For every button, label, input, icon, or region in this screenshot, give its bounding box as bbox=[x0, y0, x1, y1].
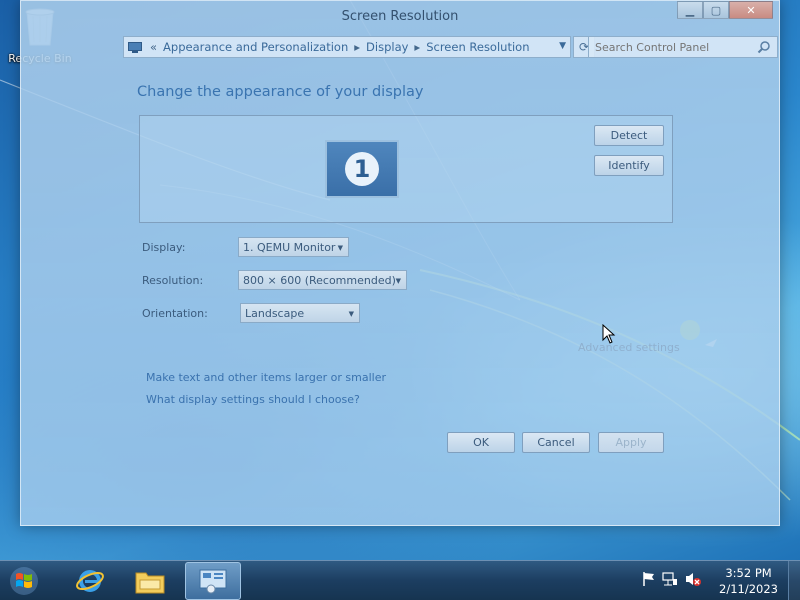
orientation-value: Landscape bbox=[245, 306, 305, 320]
taskbar-windows-explorer[interactable] bbox=[122, 562, 178, 600]
search-box[interactable] bbox=[588, 36, 778, 58]
detect-button[interactable]: Detect bbox=[594, 125, 664, 146]
volume-muted-icon[interactable] bbox=[684, 571, 702, 587]
windows-logo-icon bbox=[10, 567, 38, 595]
control-panel-icon bbox=[128, 41, 142, 53]
make-text-larger-link[interactable]: Make text and other items larger or smal… bbox=[146, 371, 386, 384]
network-icon[interactable] bbox=[662, 571, 678, 587]
apply-button[interactable]: Apply bbox=[598, 432, 664, 453]
mouse-cursor-icon bbox=[602, 324, 616, 344]
monitor-arrangement-panel: 1 Detect Identify bbox=[139, 115, 673, 223]
resolution-label: Resolution: bbox=[142, 274, 204, 287]
taskbar-internet-explorer[interactable] bbox=[62, 562, 118, 600]
screen-resolution-window: Screen Resolution ▁ ▢ ✕ « Appearance and… bbox=[20, 0, 780, 526]
breadcrumb-separator-icon[interactable]: ▸ bbox=[414, 40, 420, 54]
system-clock[interactable]: 3:52 PM 2/11/2023 bbox=[719, 565, 778, 597]
ok-button[interactable]: OK bbox=[447, 432, 515, 453]
clock-time: 3:52 PM bbox=[725, 566, 772, 580]
content-pane: Change the appearance of your display 1 … bbox=[21, 63, 779, 525]
display-label: Display: bbox=[142, 241, 186, 254]
chevron-down-icon: ▼ bbox=[395, 277, 401, 285]
start-button[interactable] bbox=[4, 563, 44, 599]
folder-icon bbox=[135, 572, 165, 594]
breadcrumb-screen-resolution[interactable]: Screen Resolution bbox=[426, 40, 529, 54]
taskbar: 3:52 PM 2/11/2023 bbox=[0, 560, 800, 600]
display-settings-help-link[interactable]: What display settings should I choose? bbox=[146, 393, 360, 406]
action-center-flag-icon[interactable] bbox=[642, 571, 656, 587]
orientation-select[interactable]: Landscape ▼ bbox=[240, 303, 360, 323]
control-panel-display-icon bbox=[199, 569, 227, 594]
address-bar[interactable]: « Appearance and Personalization ▸ Displ… bbox=[123, 36, 571, 58]
display-value: 1. QEMU Monitor bbox=[243, 240, 336, 254]
cancel-button[interactable]: Cancel bbox=[522, 432, 590, 453]
display-select[interactable]: 1. QEMU Monitor ▼ bbox=[238, 237, 349, 257]
minimize-button[interactable]: ▁ bbox=[677, 1, 703, 19]
monitor-1-icon[interactable]: 1 bbox=[325, 140, 399, 198]
address-dropdown-icon[interactable]: ▼ bbox=[559, 41, 566, 51]
breadcrumb-appearance[interactable]: Appearance and Personalization bbox=[163, 40, 348, 54]
chevron-down-icon: ▼ bbox=[348, 310, 354, 318]
advanced-settings-link[interactable]: Advanced settings bbox=[578, 341, 680, 354]
resolution-select[interactable]: 800 × 600 (Recommended) ▼ bbox=[238, 270, 407, 290]
search-input[interactable] bbox=[595, 40, 745, 54]
orientation-label: Orientation: bbox=[142, 307, 208, 320]
internet-explorer-icon bbox=[76, 570, 104, 592]
chevron-down-icon: ▼ bbox=[337, 244, 343, 252]
close-button[interactable]: ✕ bbox=[729, 1, 773, 19]
title-bar[interactable]: Screen Resolution ▁ ▢ ✕ bbox=[21, 1, 779, 33]
search-icon[interactable] bbox=[757, 40, 771, 54]
resolution-value: 800 × 600 (Recommended) bbox=[243, 273, 396, 287]
breadcrumb-separator-icon[interactable]: ▸ bbox=[354, 40, 360, 54]
clock-date: 2/11/2023 bbox=[719, 582, 778, 596]
identify-button[interactable]: Identify bbox=[594, 155, 664, 176]
back-chevron-icon[interactable]: « bbox=[150, 40, 157, 54]
monitor-number: 1 bbox=[345, 152, 379, 186]
taskbar-screen-resolution[interactable] bbox=[185, 562, 241, 600]
page-title: Change the appearance of your display bbox=[137, 84, 424, 100]
show-desktop-button[interactable] bbox=[788, 561, 800, 600]
window-title: Screen Resolution bbox=[341, 9, 459, 24]
notification-area bbox=[642, 571, 702, 587]
maximize-button[interactable]: ▢ bbox=[703, 1, 729, 19]
breadcrumb-display[interactable]: Display bbox=[366, 40, 408, 54]
